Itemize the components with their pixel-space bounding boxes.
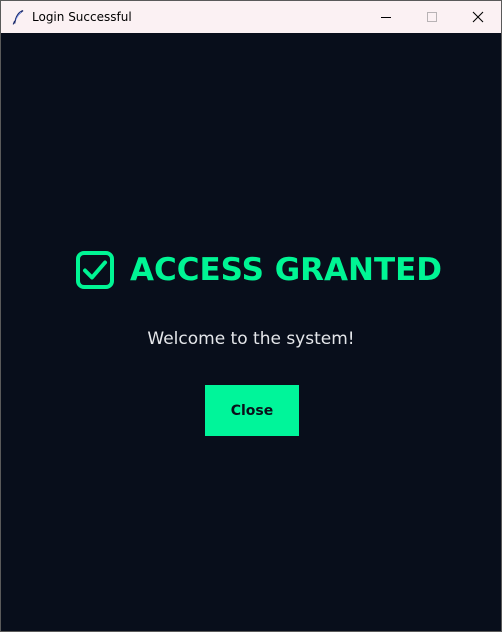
title-bar[interactable]: Login Successful xyxy=(1,1,501,33)
close-window-button[interactable] xyxy=(455,1,501,33)
access-granted-heading: ACCESS GRANTED xyxy=(75,248,442,292)
heading-text: ACCESS GRANTED xyxy=(130,252,443,288)
minimize-icon xyxy=(381,17,391,18)
maximize-button[interactable] xyxy=(409,1,455,33)
login-success-window: Login Successful ACCESS GRANTED Welcome … xyxy=(0,0,502,632)
close-icon xyxy=(472,11,484,23)
welcome-message: Welcome to the system! xyxy=(147,329,355,349)
close-button[interactable]: Close xyxy=(205,385,299,436)
dialog-content: ACCESS GRANTED Welcome to the system! Cl… xyxy=(1,33,501,631)
maximize-icon xyxy=(427,12,437,22)
feather-icon xyxy=(12,10,24,25)
minimize-button[interactable] xyxy=(363,1,409,33)
checkbox-checked-icon xyxy=(76,251,114,289)
window-title: Login Successful xyxy=(32,10,132,24)
